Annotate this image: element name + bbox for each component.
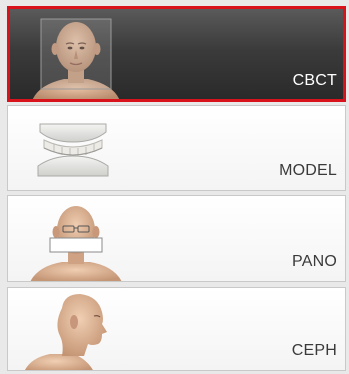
head-profile-icon: [25, 294, 107, 370]
mode-label: MODEL: [279, 162, 337, 179]
mode-cbct-button[interactable]: CBCT: [7, 6, 346, 102]
mode-label: CEPH: [291, 342, 337, 359]
dental-model-icon: [37, 123, 109, 177]
mode-pano-button[interactable]: PANO: [7, 195, 346, 282]
acquisition-mode-panel: CBCT MODEL PANO CEPH: [0, 0, 349, 374]
mode-label: CBCT: [292, 72, 337, 89]
head-scan-icon: [32, 18, 120, 99]
mode-ceph-button[interactable]: CEPH: [7, 287, 346, 371]
panoramic-head-icon: [30, 206, 122, 281]
mode-label: PANO: [292, 253, 337, 270]
mode-model-button[interactable]: MODEL: [7, 105, 346, 191]
